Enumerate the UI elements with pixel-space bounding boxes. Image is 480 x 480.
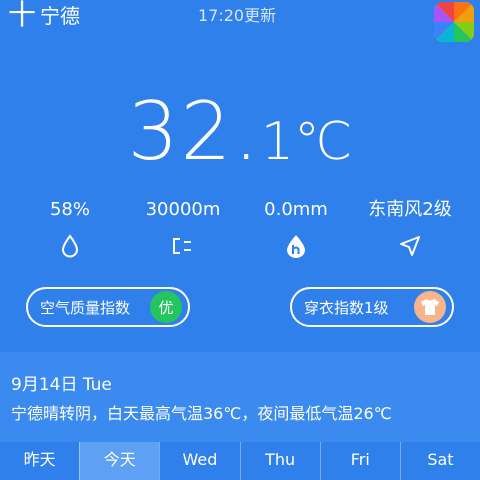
precipitation-icon — [236, 232, 356, 260]
air-quality-badge: 优 — [150, 291, 182, 323]
air-quality-label: 空气质量指数 — [40, 299, 131, 317]
temperature-integer: 32. — [127, 85, 261, 178]
tab-fri[interactable]: Fri — [319, 442, 400, 480]
shirt-icon — [414, 291, 446, 323]
update-time: 17:20更新 — [198, 6, 277, 25]
wind-value: 东南风2级 — [368, 199, 452, 220]
clothing-index-label: 穿衣指数1级 — [304, 299, 389, 317]
tab-yesterday[interactable]: 昨天 — [0, 442, 79, 480]
visibility-value: 30000m — [145, 199, 221, 220]
tab-wed[interactable]: Wed — [159, 442, 239, 480]
forecast-date: 9月14日 Tue — [11, 375, 112, 395]
add-city-button[interactable]: 十 — [8, 1, 36, 29]
day-tabs: 昨天 今天 Wed Thu Fri Sat — [0, 442, 480, 480]
clothing-index-button[interactable]: 穿衣指数1级 — [290, 287, 454, 327]
tab-thu[interactable]: Thu — [239, 442, 320, 480]
temperature-decimal: 1℃ — [260, 112, 353, 172]
visibility-icon — [123, 232, 243, 260]
humidity-value: 58% — [49, 199, 90, 220]
air-quality-button[interactable]: 空气质量指数 优 — [26, 287, 190, 327]
precipitation-value: 0.0mm — [264, 199, 328, 220]
top-bar: 十 宁德 17:20更新 — [0, 0, 480, 42]
city-name[interactable]: 宁德 — [40, 4, 80, 28]
forecast-description: 宁德晴转阴，白天最高气温36℃，夜间最低气温26℃ — [11, 404, 392, 423]
tab-sat[interactable]: Sat — [399, 442, 480, 480]
tab-today[interactable]: 今天 — [79, 442, 160, 480]
forecast-summary: 9月14日 Tue 宁德晴转阴，白天最高气温36℃，夜间最低气温26℃ — [0, 352, 480, 442]
wind-direction-icon — [350, 232, 470, 260]
app-icon[interactable] — [434, 2, 474, 42]
current-temperature: 32.1℃ — [0, 84, 480, 190]
humidity-drop-icon — [10, 232, 130, 260]
